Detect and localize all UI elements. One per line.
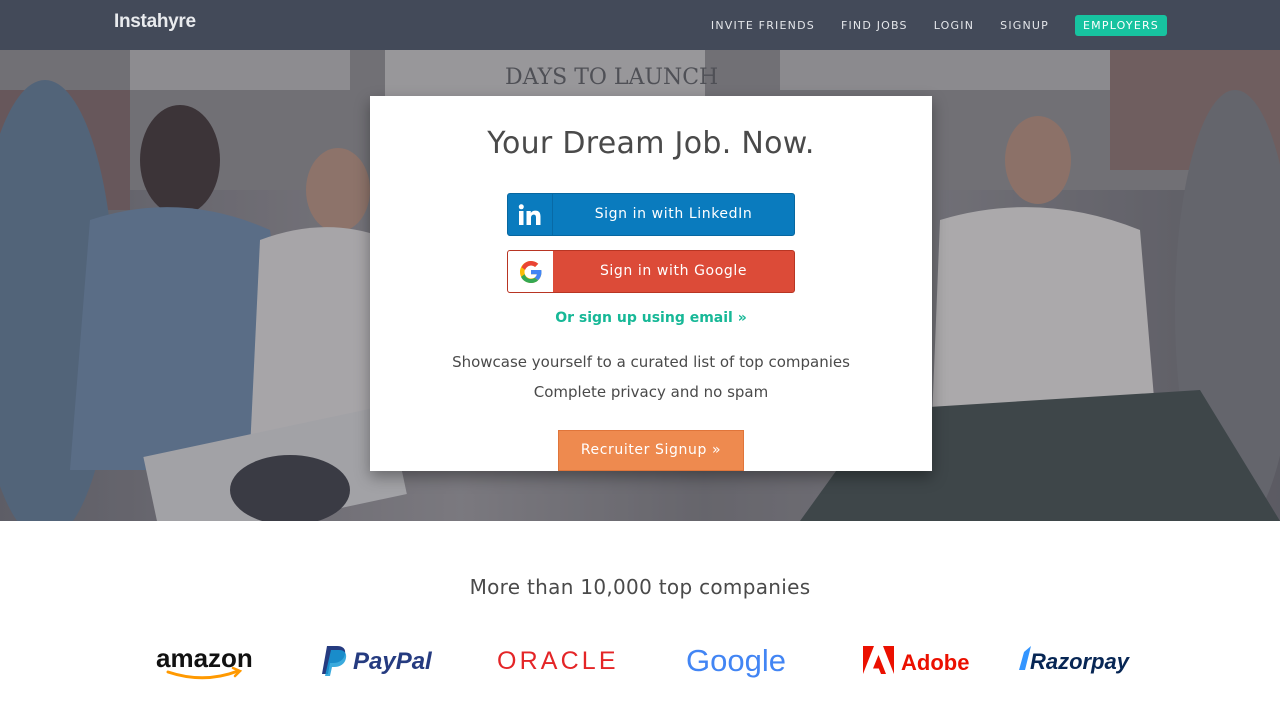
hero-title: Your Dream Job. Now. — [487, 126, 815, 161]
nav-invite-friends[interactable]: INVITE FRIENDS — [711, 19, 815, 32]
top-navbar: Instahyre INVITE FRIENDS FIND JOBS LOGIN… — [0, 0, 1280, 50]
google-signin-label: Sign in with Google — [599, 263, 748, 279]
paypal-logo: PayPal — [321, 640, 439, 682]
svg-text:Adobe: Adobe — [901, 650, 969, 675]
google-logo: Google — [686, 640, 786, 682]
email-signup-link[interactable]: Or sign up using email » — [370, 310, 932, 326]
nav-signup[interactable]: SIGNUP — [1000, 19, 1049, 32]
google-icon — [508, 251, 553, 292]
signup-card: Your Dream Job. Now. Sign in with Linked… — [370, 96, 932, 471]
tagline-curated: Showcase yourself to a curated list of t… — [452, 353, 850, 371]
linkedin-icon — [508, 194, 553, 235]
instahyre-logo[interactable]: Instahyre — [114, 11, 196, 33]
recruiter-signup-button[interactable]: Recruiter Signup » — [558, 430, 744, 471]
nav-find-jobs[interactable]: FIND JOBS — [841, 19, 908, 32]
nav-links: INVITE FRIENDS FIND JOBS LOGIN SIGNUP EM… — [685, 15, 1167, 36]
oracle-logo: ORACLE — [497, 640, 619, 682]
svg-text:Google: Google — [686, 643, 786, 678]
svg-text:ORACLE: ORACLE — [497, 647, 617, 675]
google-signin-button[interactable]: Sign in with Google — [507, 250, 795, 293]
adobe-logo: Adobe — [862, 640, 974, 682]
linkedin-signin-button[interactable]: Sign in with LinkedIn — [507, 193, 795, 236]
razorpay-logo: Razorpay — [1016, 640, 1138, 682]
nav-login[interactable]: LOGIN — [934, 19, 974, 32]
svg-text:Razorpay: Razorpay — [1030, 649, 1131, 674]
amazon-logo: amazon — [156, 640, 252, 682]
companies-heading: More than 10,000 top companies — [469, 575, 811, 599]
employers-button[interactable]: EMPLOYERS — [1075, 15, 1167, 36]
svg-text:amazon: amazon — [156, 643, 252, 673]
tagline-privacy: Complete privacy and no spam — [533, 383, 769, 401]
svg-text:PayPal: PayPal — [353, 648, 433, 675]
linkedin-signin-label: Sign in with LinkedIn — [594, 206, 753, 222]
